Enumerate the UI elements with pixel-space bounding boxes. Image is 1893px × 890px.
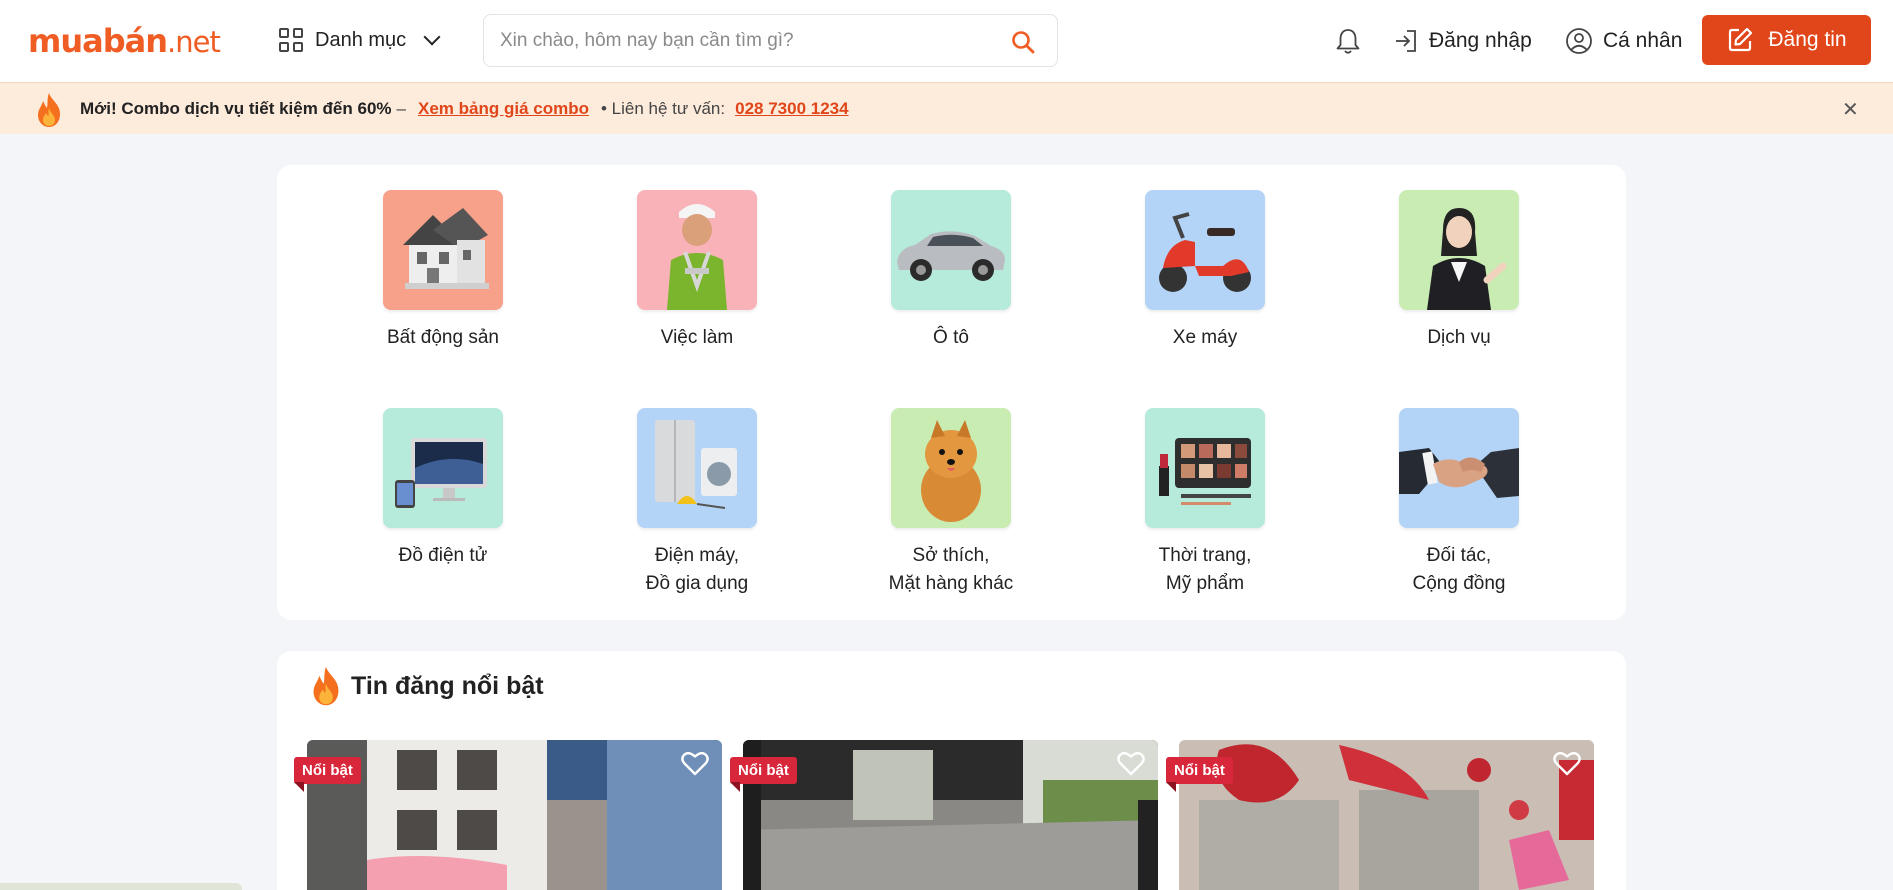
edit-icon: [1729, 27, 1753, 52]
search-input[interactable]: [500, 27, 980, 55]
badge-ribbon: [730, 782, 740, 792]
category-appliances[interactable]: Điện máy, Đồ gia dụng: [597, 408, 797, 598]
makeup-icon: [1145, 408, 1265, 528]
bottom-left-widget-edge: [0, 883, 242, 890]
category-partners[interactable]: Đối tác, Cộng đồng: [1359, 408, 1559, 598]
logo-text: muabán: [28, 22, 168, 60]
worker-icon: [637, 190, 757, 310]
search-icon[interactable]: [1011, 30, 1035, 54]
combo-price-link[interactable]: Xem bảng giá combo: [418, 99, 589, 119]
category-cars[interactable]: Ô tô: [851, 190, 1051, 352]
category-label: Điện máy, Đồ gia dụng: [645, 545, 749, 594]
category-label: Xe máy: [1172, 327, 1238, 348]
search-box: [483, 14, 1058, 67]
contact-label: • Liên hệ tư vấn:: [600, 99, 726, 118]
dog-icon: [891, 408, 1011, 528]
listing-photo: [307, 740, 722, 890]
listing-photo: [743, 740, 1158, 890]
listing-card[interactable]: [307, 740, 722, 890]
grid-icon: [279, 28, 303, 52]
heart-icon[interactable]: [1117, 750, 1145, 776]
computer-icon: [383, 408, 503, 528]
heart-icon[interactable]: [1553, 750, 1581, 776]
login-link[interactable]: Đăng nhập: [1393, 24, 1532, 58]
category-menu-button[interactable]: Danh mục: [279, 24, 441, 56]
featured-badge: Nổi bật: [1166, 757, 1233, 784]
close-icon[interactable]: ✕: [1842, 97, 1859, 122]
listing-card[interactable]: [743, 740, 1158, 890]
category-label: Ô tô: [933, 327, 969, 348]
listing-photo: [1179, 740, 1594, 890]
login-icon: [1396, 30, 1416, 52]
profile-label: Cá nhân: [1603, 29, 1683, 52]
featured-badge: Nổi bật: [294, 757, 361, 784]
category-services[interactable]: Dịch vụ: [1359, 190, 1559, 352]
category-hobbies[interactable]: Sở thích, Mặt hàng khác: [851, 408, 1051, 598]
heart-icon[interactable]: [681, 750, 709, 776]
chevron-down-icon: [423, 28, 441, 46]
category-real-estate[interactable]: Bất động sản: [343, 190, 543, 352]
bell-icon[interactable]: [1333, 26, 1363, 56]
badge-ribbon: [1166, 782, 1176, 792]
logo-tld: .net: [167, 25, 221, 59]
house-icon: [383, 190, 503, 310]
site-header: muabán.net Danh mục Đăng nhập Cá nhân: [0, 0, 1893, 82]
promo-headline: Mới! Combo dịch vụ tiết kiệm đến 60%: [80, 99, 392, 118]
promo-separator: –: [396, 99, 406, 118]
category-fashion[interactable]: Thời trang, Mỹ phẩm: [1105, 408, 1305, 598]
badge-ribbon: [294, 782, 304, 792]
category-menu-label: Danh mục: [315, 28, 407, 51]
category-label: Đồ điện tử: [398, 545, 488, 566]
profile-link[interactable]: Cá nhân: [1565, 24, 1682, 58]
category-label: Sở thích, Mặt hàng khác: [888, 545, 1014, 594]
post-listing-button[interactable]: Đăng tin: [1702, 15, 1871, 65]
promo-banner: Mới! Combo dịch vụ tiết kiệm đến 60% – X…: [0, 82, 1893, 134]
fire-icon: [38, 93, 60, 127]
user-icon: [1566, 28, 1592, 54]
category-label: Đối tác, Cộng đồng: [1412, 545, 1506, 594]
featured-listings: Tin đăng nổi bật Nổi bật Nổi bật Nổi bật: [277, 651, 1626, 890]
category-electronics[interactable]: Đồ điện tử: [343, 408, 543, 570]
car-icon: [891, 190, 1011, 310]
phone-link[interactable]: 028 7300 1234: [735, 99, 848, 119]
site-logo[interactable]: muabán.net: [28, 22, 221, 60]
listing-card[interactable]: [1179, 740, 1594, 890]
category-motorbikes[interactable]: Xe máy: [1105, 190, 1305, 352]
fire-icon: [313, 666, 339, 706]
featured-title: Tin đăng nổi bật: [309, 665, 544, 707]
support-agent-icon: [1399, 190, 1519, 310]
appliances-icon: [637, 408, 757, 528]
category-label: Việc làm: [660, 327, 734, 348]
scooter-icon: [1145, 190, 1265, 310]
featured-badge: Nổi bật: [730, 757, 797, 784]
featured-title-text: Tin đăng nổi bật: [351, 671, 544, 700]
category-jobs[interactable]: Việc làm: [597, 190, 797, 352]
category-label: Thời trang, Mỹ phẩm: [1158, 545, 1252, 594]
promo-text: Mới! Combo dịch vụ tiết kiệm đến 60% – X…: [80, 99, 849, 119]
category-grid: Bất động sản Việc làm Ô tô Xe máy Dịch v…: [277, 165, 1626, 620]
post-listing-label: Đăng tin: [1768, 28, 1847, 51]
category-label: Bất động sản: [387, 327, 499, 348]
handshake-icon: [1399, 408, 1519, 528]
category-label: Dịch vụ: [1427, 327, 1491, 348]
login-label: Đăng nhập: [1429, 29, 1532, 52]
